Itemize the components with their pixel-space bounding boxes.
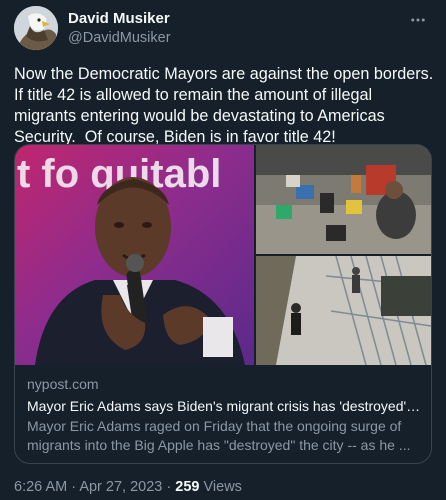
display-name[interactable]: David Musiker	[68, 10, 171, 28]
handle[interactable]: @DavidMusiker	[68, 28, 171, 48]
tweet-meta: 6:26 AM · Apr 27, 2023 · 259 Views	[14, 478, 242, 496]
views-label: Views	[203, 479, 242, 495]
tweet-header: David Musiker @DavidMusiker	[14, 6, 432, 50]
camp-photo	[256, 145, 431, 254]
meta-separator-2: ·	[166, 479, 172, 495]
card-media[interactable]: t fo quitabl	[15, 145, 431, 365]
speaker-photo: t fo quitabl	[15, 145, 254, 365]
avatar[interactable]	[14, 6, 58, 50]
tweet[interactable]: David Musiker @DavidMusiker Now the Demo…	[0, 0, 446, 500]
tweet-time[interactable]: 6:26 AM	[14, 479, 67, 495]
card-title[interactable]: Mayor Eric Adams says Biden's migrant cr…	[27, 396, 423, 416]
user-block[interactable]: David Musiker @DavidMusiker	[68, 10, 171, 48]
card-domain: nypost.com	[27, 376, 99, 392]
card-image-speaker[interactable]: t fo quitabl	[15, 145, 254, 365]
link-card[interactable]: t fo quitabl nypost.com Mayor Eric Adams…	[14, 144, 432, 464]
card-info[interactable]: nypost.com Mayor Eric Adams says Biden's…	[27, 375, 423, 455]
card-image-border-fence[interactable]	[256, 256, 431, 365]
card-image-migrant-camp[interactable]	[256, 145, 431, 254]
views-count: 259	[175, 479, 200, 495]
card-description: Mayor Eric Adams raged on Friday that th…	[27, 418, 411, 453]
more-options-button[interactable]	[406, 8, 430, 32]
eagle-avatar-icon	[14, 6, 58, 50]
tweet-date[interactable]: Apr 27, 2023	[79, 479, 162, 495]
more-icon	[411, 18, 425, 22]
tweet-text: Now the Democratic Mayors are against th…	[14, 65, 438, 146]
border-photo	[256, 256, 431, 365]
meta-separator: ·	[71, 479, 77, 495]
